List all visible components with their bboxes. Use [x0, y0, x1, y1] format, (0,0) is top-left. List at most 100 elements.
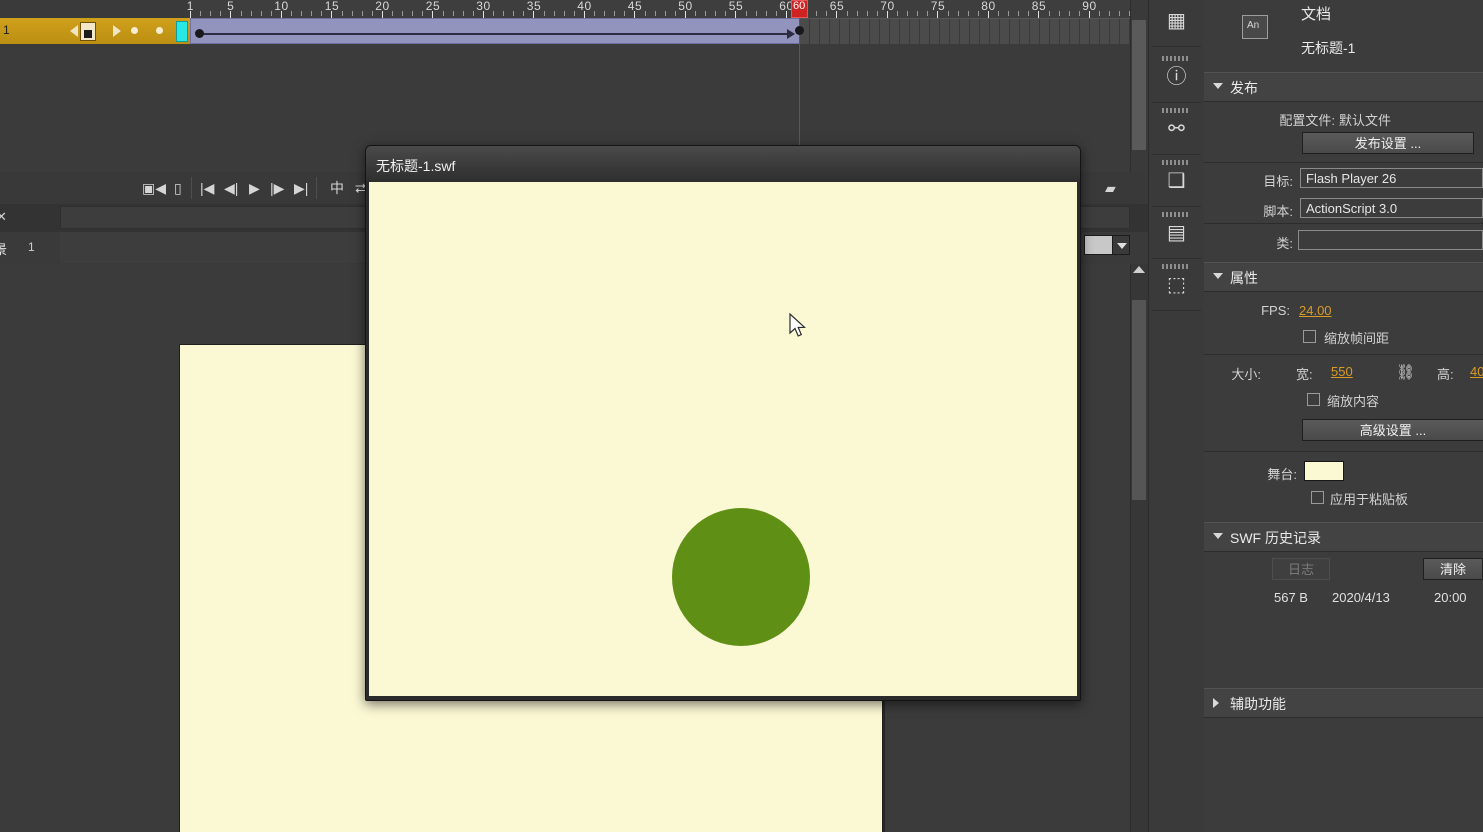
- timeline-ruler[interactable]: 1 5 10 15 20 25 30 35 40 45 50 55 60 65 70 75 80 85 90: [187, 0, 1141, 18]
- empty-frames-grid[interactable]: [800, 18, 1130, 44]
- target-label: 目标:: [1263, 174, 1293, 189]
- onion-prev-icon[interactable]: [70, 25, 78, 37]
- close-icon[interactable]: ✕: [0, 209, 7, 225]
- playhead-marker[interactable]: 60: [791, 0, 808, 18]
- ruler-tick: [957, 11, 959, 16]
- publish-section-header[interactable]: 发布: [1204, 72, 1483, 102]
- onion-frame-label: 1: [3, 23, 10, 37]
- ruler-label: 85: [1031, 0, 1047, 13]
- panel-icon-transform[interactable]: ⚯: [1152, 104, 1201, 155]
- center-frame-icon[interactable]: 中: [330, 180, 344, 196]
- ruler-tick: [1058, 11, 1060, 16]
- panel-icon-align[interactable]: ▤: [1152, 208, 1201, 259]
- go-to-start-icon[interactable]: |◀: [200, 180, 214, 196]
- advanced-settings-button[interactable]: 高级设置 ...: [1302, 419, 1483, 441]
- accessibility-section-title: 辅助功能: [1230, 696, 1286, 712]
- scale-spacing-label: 缩放帧间距: [1324, 331, 1390, 346]
- drag-grip-icon[interactable]: [1162, 160, 1190, 165]
- onion-range-marker[interactable]: [176, 21, 188, 42]
- script-select[interactable]: ActionScript 3.0: [1300, 198, 1483, 218]
- drag-grip-icon[interactable]: [1162, 56, 1190, 61]
- attributes-section-header[interactable]: 属性: [1204, 262, 1483, 292]
- history-entry-row[interactable]: 567 B 2020/4/13 20:00: [1204, 586, 1483, 612]
- onion-skin-bar[interactable]: 1: [0, 18, 190, 45]
- stage-scroll-thumb[interactable]: [1132, 300, 1146, 500]
- keyframe-dot[interactable]: [195, 29, 204, 38]
- onion-center-icon[interactable]: [80, 22, 96, 41]
- swf-window-titlebar[interactable]: 无标题-1.swf ✕: [366, 146, 1412, 182]
- scale-spacing-row: 缩放帧间距: [1204, 324, 1483, 354]
- camera-icon[interactable]: ▣◀: [142, 180, 166, 196]
- onion-dot-1[interactable]: [131, 27, 138, 34]
- onion-dot-2[interactable]: [156, 27, 163, 34]
- panel-icon-free-transform[interactable]: ⬚: [1152, 260, 1201, 311]
- ruler-tick: [856, 11, 858, 16]
- ruler-tick: [503, 11, 505, 16]
- apply-to-pasteboard-checkbox[interactable]: [1311, 491, 1324, 504]
- publish-settings-button[interactable]: 发布设置 ...: [1302, 132, 1474, 154]
- log-button[interactable]: 日志: [1272, 558, 1330, 580]
- panel-icon-color-swatch[interactable]: ▦: [1152, 0, 1201, 47]
- free-transform-icon: ⬚: [1167, 274, 1186, 296]
- drag-grip-icon[interactable]: [1162, 264, 1190, 269]
- height-value[interactable]: 40: [1470, 364, 1483, 379]
- class-label: 类:: [1276, 236, 1293, 251]
- ruler-tick: [755, 11, 757, 16]
- tween-arrow-head: [787, 29, 795, 39]
- animate-app-window: 1 5 10 15 20 25 30 35 40 45 50 55 60 65 70 75 80 85 90 1 6…: [0, 0, 1483, 832]
- ruler-tick: [1119, 11, 1121, 16]
- properties-panel: An 文档 无标题-1 发布 配置文件: 默认文件 发布设置 ... 目标: F…: [1204, 0, 1483, 832]
- stage-color-row: 舞台:: [1204, 452, 1483, 486]
- go-to-end-icon[interactable]: ▶|: [294, 180, 308, 196]
- fps-value[interactable]: 24.00: [1299, 303, 1332, 318]
- playhead-keyframe-dot[interactable]: [795, 26, 804, 35]
- ruler-label: 5: [227, 0, 235, 13]
- ruler-tick: [654, 11, 656, 16]
- panel-icon-info[interactable]: ⓘ: [1152, 52, 1201, 103]
- tween-span[interactable]: [190, 18, 800, 44]
- panel-icon-strip: ▦ ⓘ ⚯ ❑ ▤ ⬚: [1148, 0, 1205, 832]
- ruler-tick: [351, 11, 353, 16]
- onion-next-icon[interactable]: [113, 25, 121, 37]
- ruler-tick: [1109, 11, 1111, 16]
- timeline-scroll-thumb[interactable]: [1132, 20, 1146, 150]
- drag-grip-icon[interactable]: [1162, 212, 1190, 217]
- step-forward-icon[interactable]: |▶: [270, 180, 284, 196]
- scale-content-checkbox[interactable]: [1307, 393, 1320, 406]
- link-icon[interactable]: ⛓: [1396, 363, 1415, 381]
- apply-to-pasteboard-label: 应用于粘贴板: [1330, 492, 1409, 507]
- chevron-down-icon[interactable]: [1213, 83, 1223, 89]
- timeline-menu-icon[interactable]: ▰: [1105, 180, 1116, 196]
- ruler-tick: [321, 11, 323, 16]
- ruler-tick: [371, 11, 373, 16]
- drag-grip-icon[interactable]: [1162, 108, 1190, 113]
- target-select[interactable]: Flash Player 26: [1300, 168, 1483, 188]
- ruler-label: 90: [1082, 0, 1097, 13]
- ruler-tick: [594, 11, 595, 16]
- chevron-right-icon[interactable]: [1213, 698, 1219, 708]
- swf-history-section-header[interactable]: SWF 历史记录: [1204, 522, 1483, 552]
- ruler-tick: [624, 11, 626, 16]
- script-row: 脚本: ActionScript 3.0: [1204, 193, 1483, 223]
- chevron-down-icon[interactable]: [1213, 533, 1223, 539]
- clear-button[interactable]: 清除: [1423, 558, 1483, 580]
- scroll-up-icon[interactable]: [1133, 266, 1145, 273]
- stage-color-swatch[interactable]: [1304, 461, 1344, 481]
- timeline-track[interactable]: [190, 18, 1130, 44]
- play-icon[interactable]: ▶: [249, 180, 260, 196]
- chevron-down-icon[interactable]: [1112, 235, 1130, 255]
- chevron-down-icon[interactable]: [1213, 273, 1223, 279]
- onion-skin-icon[interactable]: ▯: [174, 180, 182, 196]
- swf-player-window[interactable]: 无标题-1.swf ✕: [365, 145, 1412, 701]
- width-value[interactable]: 550: [1331, 364, 1353, 379]
- step-back-icon[interactable]: ◀|: [224, 180, 238, 196]
- swf-playback-area[interactable]: [369, 182, 1077, 696]
- ruler-tick: [210, 11, 212, 16]
- class-input[interactable]: [1298, 230, 1483, 250]
- accessibility-section-header[interactable]: 辅助功能: [1204, 688, 1483, 718]
- ruler-tick: [897, 11, 898, 16]
- scale-spacing-checkbox[interactable]: [1303, 330, 1316, 343]
- panel-icon-library[interactable]: ❑: [1152, 156, 1201, 207]
- ruler-label: 80: [981, 0, 996, 13]
- ruler-tick: [301, 11, 303, 16]
